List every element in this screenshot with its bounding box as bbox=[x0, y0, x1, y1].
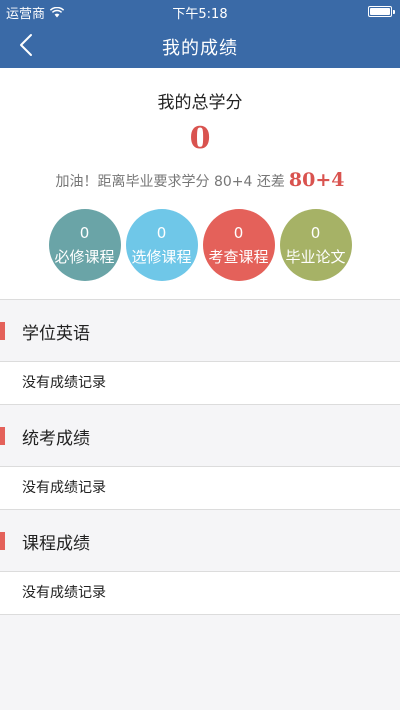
graduation-tip-text: 加油！距离毕业要求学分 80+4 还差 bbox=[55, 174, 285, 190]
category-value: 0 bbox=[79, 223, 90, 242]
section-empty-message: 没有成绩记录 bbox=[0, 362, 400, 405]
category-thesis[interactable]: 0 毕业论文 bbox=[279, 209, 352, 281]
category-label: 考查课程 bbox=[208, 247, 269, 266]
remaining-credits: 80+4 bbox=[288, 169, 345, 191]
total-credits-value: 0 bbox=[189, 121, 211, 156]
category-label: 选修课程 bbox=[131, 247, 192, 266]
section-title: 统考成绩 bbox=[22, 429, 90, 449]
nav-bar: 我的成绩 bbox=[0, 22, 400, 68]
battery-icon bbox=[368, 6, 395, 17]
category-label: 毕业论文 bbox=[285, 247, 346, 266]
section-empty-message: 没有成绩记录 bbox=[0, 572, 400, 615]
category-value: 0 bbox=[233, 223, 244, 242]
category-elective[interactable]: 0 选修课程 bbox=[125, 209, 198, 281]
section-course-grades: 课程成绩 bbox=[0, 510, 400, 572]
category-required[interactable]: 0 必修课程 bbox=[48, 209, 121, 281]
category-value: 0 bbox=[310, 223, 321, 242]
section-marker bbox=[0, 427, 5, 445]
section-unified-exam: 统考成绩 bbox=[0, 405, 400, 467]
page-title: 我的成绩 bbox=[162, 38, 238, 59]
app-header: 运营商 下午5:18 我的成绩 bbox=[0, 0, 400, 68]
category-value: 0 bbox=[156, 223, 167, 242]
section-title: 课程成绩 bbox=[22, 534, 90, 554]
section-title: 学位英语 bbox=[22, 324, 90, 344]
category-assessment[interactable]: 0 考查课程 bbox=[202, 209, 275, 281]
credit-summary: 我的总学分 0 加油！距离毕业要求学分 80+4 还差 80+4 0 必修课程 … bbox=[0, 68, 400, 300]
status-time: 下午5:18 bbox=[172, 7, 228, 22]
graduation-tip: 加油！距离毕业要求学分 80+4 还差 80+4 bbox=[0, 169, 400, 191]
total-credits-label: 我的总学分 bbox=[157, 93, 243, 113]
section-marker bbox=[0, 322, 5, 340]
section-empty-message: 没有成绩记录 bbox=[0, 467, 400, 510]
section-degree-english: 学位英语 bbox=[0, 300, 400, 362]
section-marker bbox=[0, 532, 5, 550]
category-circles: 0 必修课程 0 选修课程 0 考查课程 0 毕业论文 bbox=[0, 209, 400, 281]
status-bar: 运营商 下午5:18 bbox=[0, 0, 400, 22]
category-label: 必修课程 bbox=[54, 247, 115, 266]
